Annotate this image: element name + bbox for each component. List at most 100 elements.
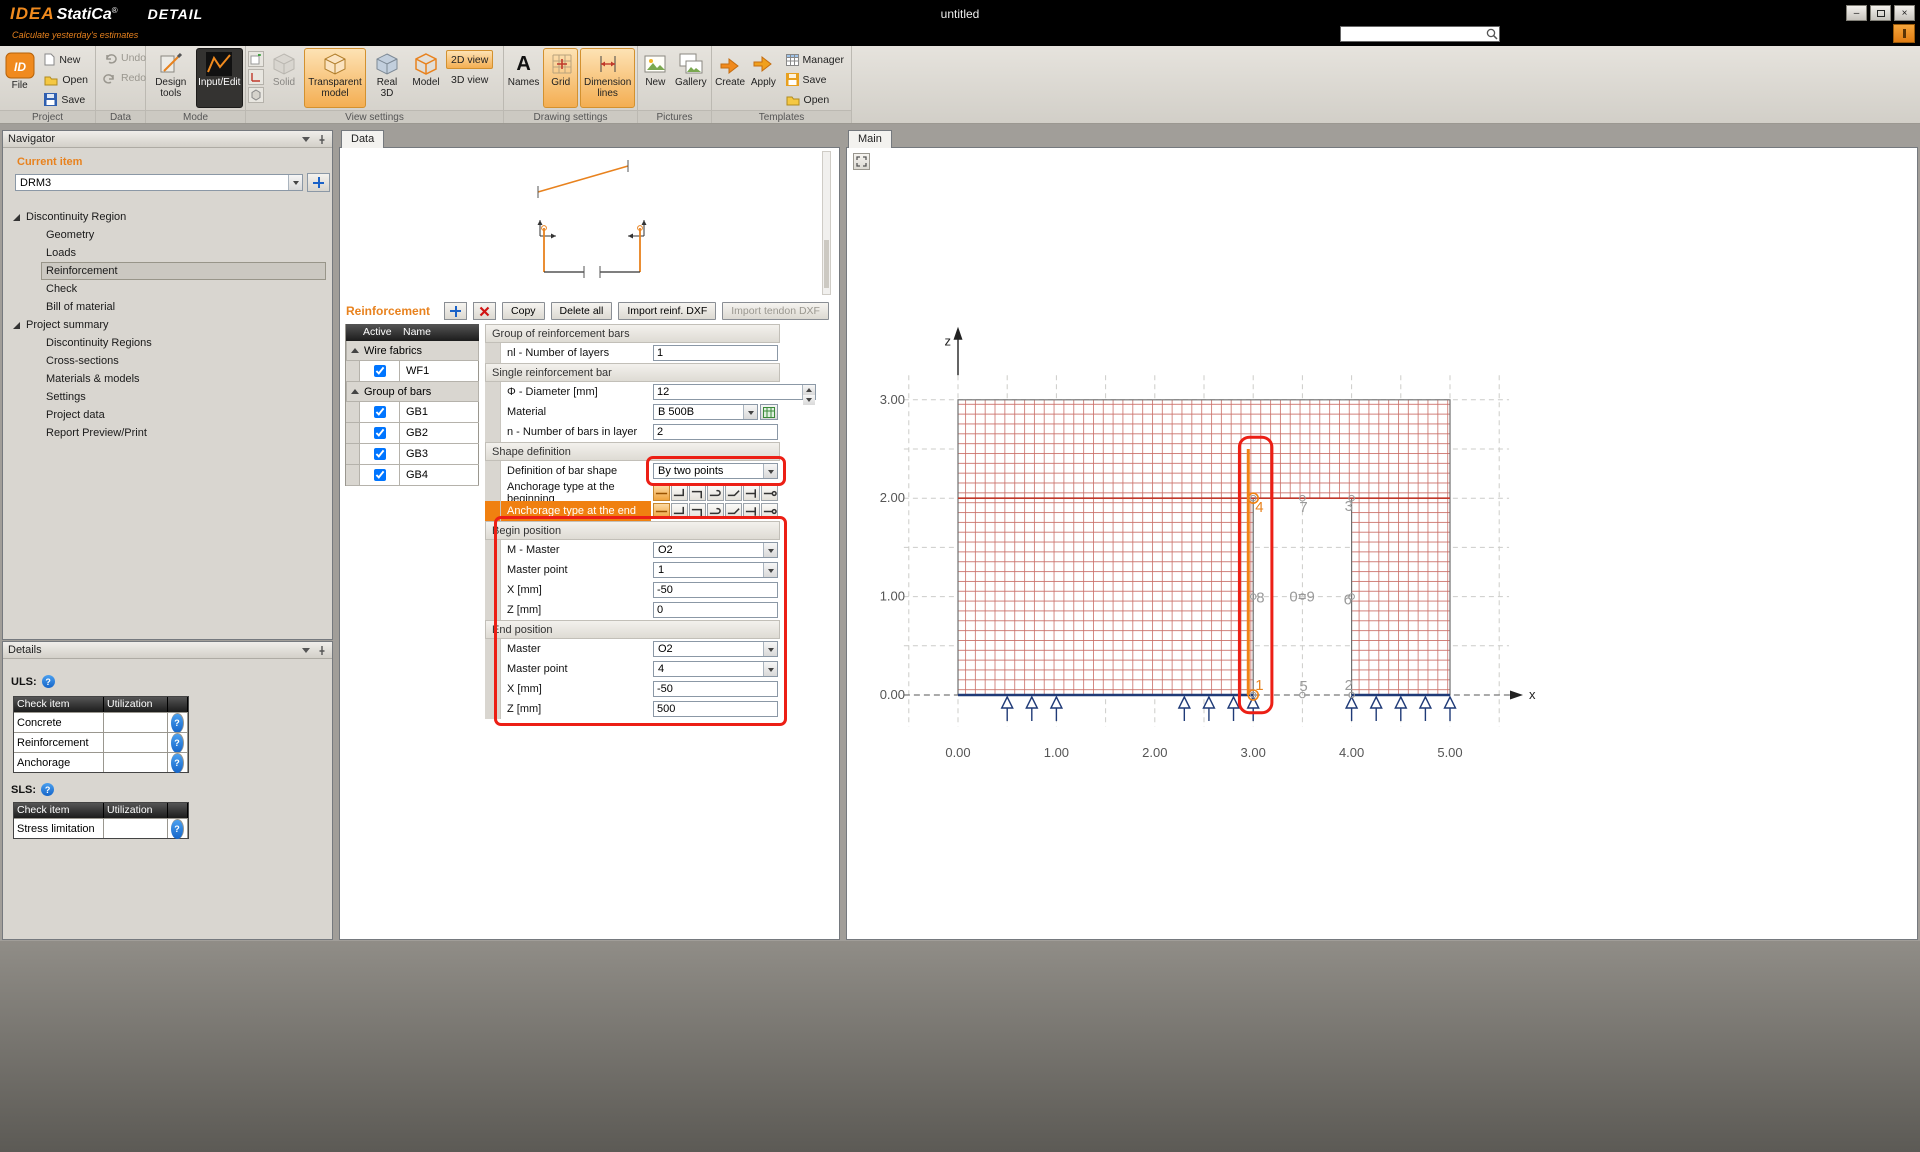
tree-item-project-data[interactable]: Project data [41,406,332,424]
bar-group-group-of-bars[interactable]: Group of bars [346,382,479,402]
add-item-button[interactable] [307,173,330,192]
tree-item-geometry[interactable]: Geometry [41,226,332,244]
end-anchorage-loop-icon[interactable] [707,503,724,519]
bar-row-gb2[interactable]: GB2 [346,423,479,444]
material-catalog-button[interactable] [760,404,778,420]
copy-button[interactable]: Copy [502,302,545,320]
tree-item-loads[interactable]: Loads [41,244,332,262]
spin-down-icon[interactable] [803,395,815,405]
tab-main[interactable]: Main [848,130,892,148]
layers-input[interactable] [653,345,778,361]
template-create-button[interactable]: Create [714,48,746,108]
pin-icon[interactable] [317,134,327,145]
collapse-caret-icon[interactable] [351,389,359,394]
expander-icon[interactable] [13,322,20,329]
dimension-lines-button[interactable]: Dimension lines [580,48,635,108]
close-button[interactable]: × [1894,5,1915,21]
begin-anchorage-hook-down-icon[interactable] [689,485,706,501]
help-icon[interactable] [42,675,55,688]
end-master-select[interactable]: O2 [653,641,778,657]
tree-item-discontinuity-regions[interactable]: Discontinuity Regions [41,334,332,352]
real-3d-button[interactable]: Real 3D [368,48,406,108]
redo-button[interactable]: Redo [98,68,151,87]
collapse-caret-icon[interactable] [351,348,359,353]
begin-x-input[interactable] [653,582,778,598]
maximize-button[interactable] [1870,5,1891,21]
shape-definition-select[interactable]: By two points [653,463,778,479]
search-icon[interactable] [1485,27,1499,41]
delete-reinforcement-button[interactable] [473,302,496,320]
tree-item-reinforcement[interactable]: Reinforcement [41,262,326,280]
material-select[interactable]: B 500B [653,404,758,420]
minimize-button[interactable]: – [1846,5,1867,21]
help-icon[interactable] [171,713,184,733]
names-button[interactable]: A Names [506,48,541,108]
open-button[interactable]: Open [39,70,93,89]
bar-row-gb4[interactable]: GB4 [346,465,479,486]
end-anchorage-hook-down-icon[interactable] [689,503,706,519]
new-button[interactable]: New [39,50,93,69]
add-view-button[interactable] [248,51,264,67]
expander-icon[interactable] [13,214,20,221]
transparent-model-button[interactable]: Transparent model [304,48,366,108]
end-master-point-select[interactable]: 4 [653,661,778,677]
end-anchorage-headed-icon[interactable] [761,503,778,519]
current-item-select[interactable]: DRM3 [15,174,303,191]
picture-new-button[interactable]: New [640,48,671,108]
begin-anchorage-loop-icon[interactable] [707,485,724,501]
help-icon[interactable] [41,783,54,796]
solid-button[interactable]: Solid [266,48,302,108]
end-anchorage-hook-up-icon[interactable] [671,503,688,519]
file-button[interactable]: ID File [2,48,37,108]
input-edit-button[interactable]: Input/Edit [196,48,243,108]
axes-button[interactable] [248,69,264,85]
template-manager-button[interactable]: Manager [781,50,849,69]
bar-group-wire-fabrics[interactable]: Wire fabrics [346,341,479,361]
template-save-button[interactable]: Save [781,70,849,89]
pin-icon[interactable] [317,645,327,656]
tree-section-project-summary[interactable]: Project summary [3,316,332,334]
active-checkbox-wf1[interactable] [374,365,386,377]
scrollbar-thumb[interactable] [824,240,829,288]
add-reinforcement-button[interactable] [444,302,467,320]
tree-item-settings[interactable]: Settings [41,388,332,406]
tree-item-report-preview-print[interactable]: Report Preview/Print [41,424,332,442]
active-checkbox-gb3[interactable] [374,448,386,460]
active-checkbox-gb1[interactable] [374,406,386,418]
template-apply-button[interactable]: Apply [748,48,778,108]
tree-section-discontinuity-region[interactable]: Discontinuity Region [3,208,332,226]
import-tendon-dxf-button[interactable]: Import tendon DXF [722,302,829,320]
begin-anchorage-headed-icon[interactable] [761,485,778,501]
tree-item-bill-of-material[interactable]: Bill of material [41,298,332,316]
main-drawing[interactable]: xz47380=961520.001.002.003.000.001.002.0… [847,148,1917,939]
delete-all-button[interactable]: Delete all [551,302,613,320]
begin-anchorage-bend-45-icon[interactable] [725,485,742,501]
active-checkbox-gb4[interactable] [374,469,386,481]
gallery-button[interactable]: Gallery [673,48,709,108]
help-icon[interactable] [171,733,184,753]
collapse-icon[interactable] [302,137,310,142]
diameter-input[interactable] [654,385,802,399]
end-anchorage-bend-45-icon[interactable] [725,503,742,519]
bar-row-gb1[interactable]: GB1 [346,402,479,423]
bar-row-wf1[interactable]: WF1 [346,361,479,382]
end-x-input[interactable] [653,681,778,697]
begin-anchorage-plate-icon[interactable] [743,485,760,501]
tab-data[interactable]: Data [341,130,384,148]
active-checkbox-gb2[interactable] [374,427,386,439]
preview-scrollbar[interactable] [822,151,831,295]
begin-master-point-select[interactable]: 1 [653,562,778,578]
grid-button[interactable]: Grid [543,48,578,108]
begin-z-input[interactable] [653,602,778,618]
tree-item-cross-sections[interactable]: Cross-sections [41,352,332,370]
begin-master-select[interactable]: O2 [653,542,778,558]
bars-in-layer-input[interactable] [653,424,778,440]
view-2d-button[interactable]: 2D view [446,50,493,69]
end-anchorage-plate-icon[interactable] [743,503,760,519]
fit-view-button[interactable] [853,153,870,170]
tree-item-check[interactable]: Check [41,280,332,298]
collapse-icon[interactable] [302,648,310,653]
search-input[interactable] [1341,28,1485,40]
view-3d-button[interactable]: 3D view [446,70,493,89]
undo-button[interactable]: Undo [98,48,151,67]
